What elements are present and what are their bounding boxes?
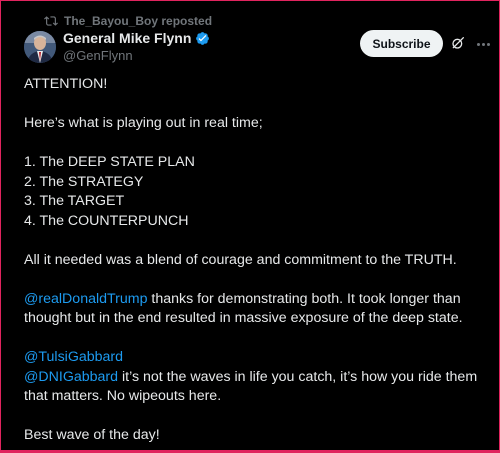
post-tulsi-line: @TulsiGabbard <box>24 348 489 368</box>
subscribe-button[interactable]: Subscribe <box>360 30 443 57</box>
post-intro: Here’s what is playing out in real time; <box>24 115 263 131</box>
verified-badge-icon <box>196 31 210 45</box>
post-attention: ATTENTION! <box>24 76 108 92</box>
post-trump-paragraph: @realDonaldTrump thanks for demonstratin… <box>24 290 489 329</box>
avatar[interactable] <box>24 31 56 63</box>
repost-indicator[interactable]: The_Bayou_Boy reposted <box>44 13 212 29</box>
repost-label[interactable]: The_Bayou_Boy reposted <box>64 14 212 28</box>
mention-link-realdonaldtrump[interactable]: @realDonaldTrump <box>24 291 147 307</box>
author-block[interactable]: General Mike Flynn @GenFlynn <box>63 30 210 63</box>
repost-icon <box>44 16 58 26</box>
post-closing: Best wave of the day! <box>24 427 160 443</box>
list-item: 2. The STRATEGY <box>24 173 144 190</box>
avatar-image <box>24 31 56 63</box>
post-blend: All it needed was a blend of courage and… <box>24 251 457 268</box>
more-icon[interactable] <box>475 36 491 52</box>
list-item: 3. The TARGET <box>24 193 125 209</box>
mention-link-dnigabbard[interactable]: @DNIGabbard <box>24 369 118 385</box>
grok-icon[interactable] <box>450 35 466 51</box>
author-display-name[interactable]: General Mike Flynn <box>63 30 191 46</box>
list-item: 4. The COUNTERPUNCH <box>24 212 189 229</box>
post-body: ATTENTION! Here’s what is playing out in… <box>24 75 489 446</box>
author-handle[interactable]: @GenFlynn <box>63 48 210 63</box>
mention-link-tulsigabbard[interactable]: @TulsiGabbard <box>24 349 123 365</box>
post-dni-paragraph: @DNIGabbard it’s not the waves in life y… <box>24 368 489 407</box>
list-item: 1. The DEEP STATE PLAN <box>24 154 195 170</box>
